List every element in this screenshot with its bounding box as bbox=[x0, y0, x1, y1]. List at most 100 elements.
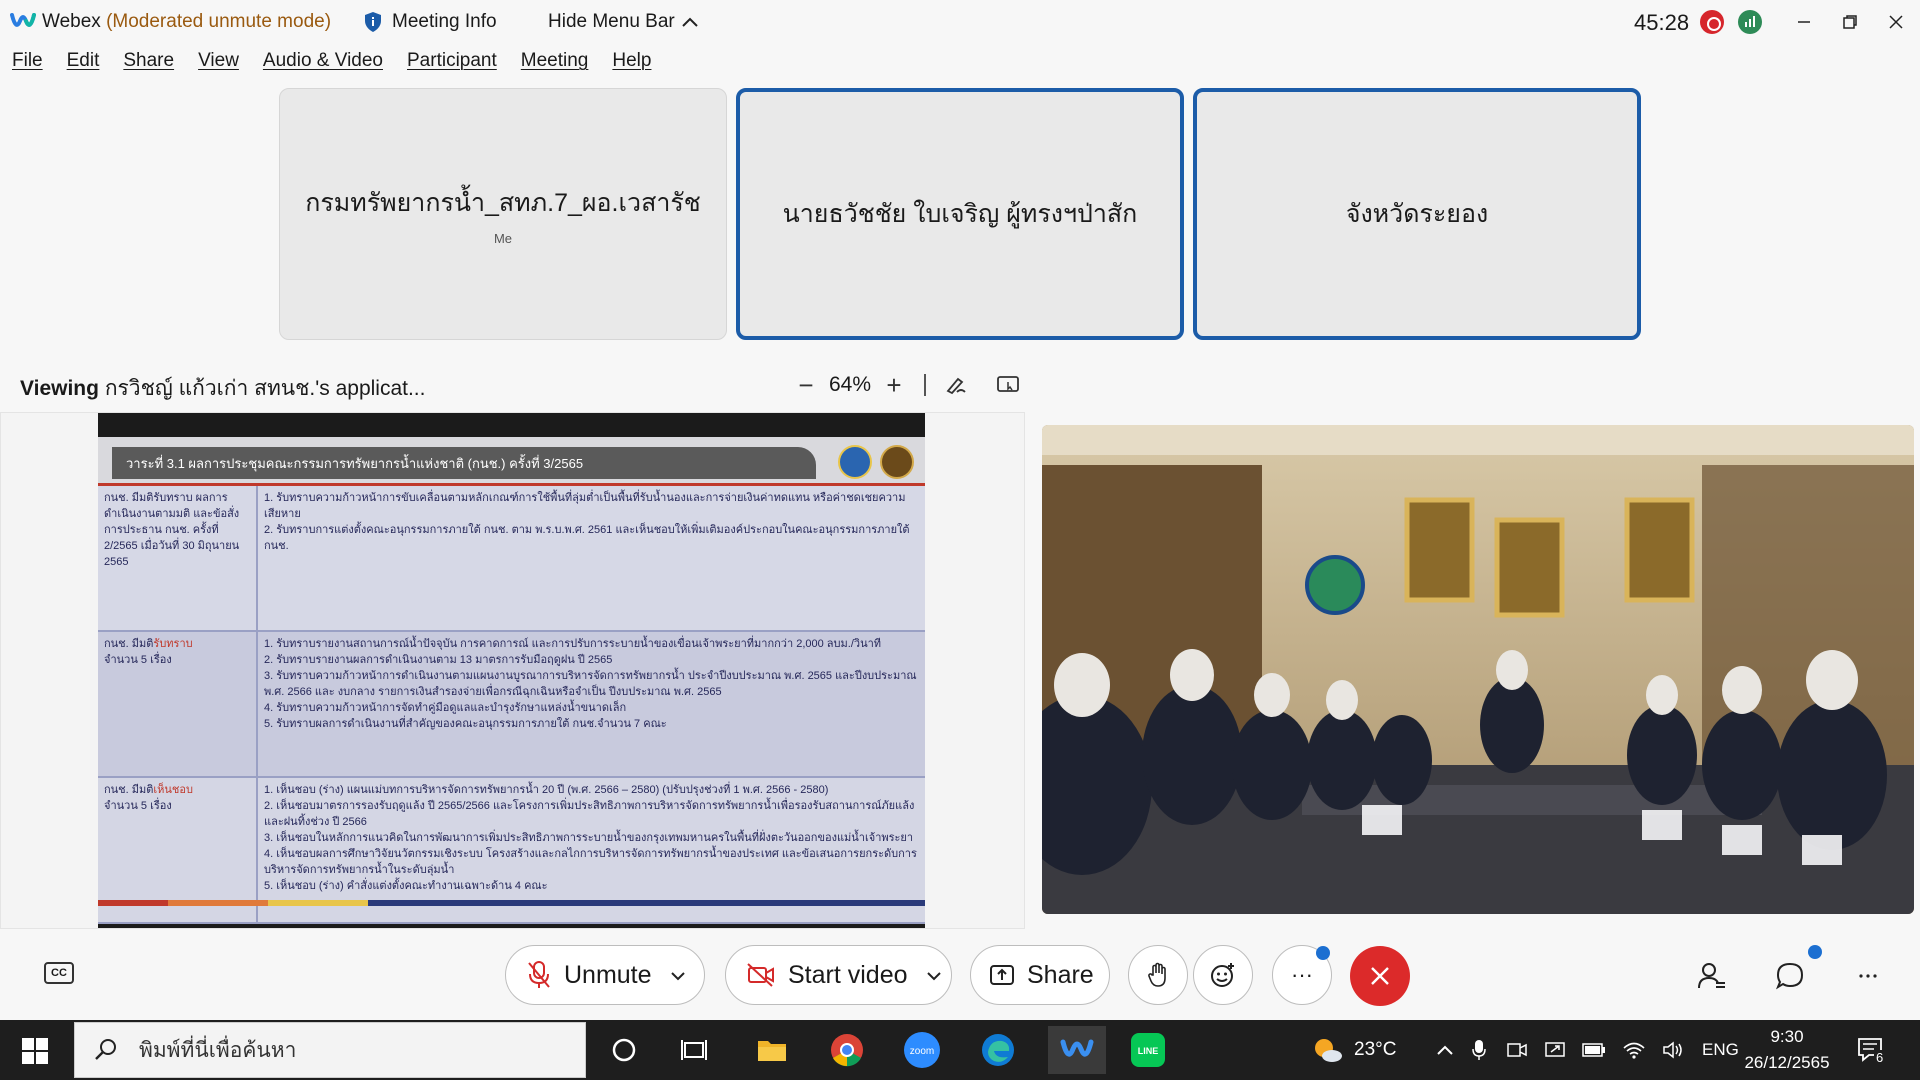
slide-row-heading-a: กนช. มีมติ bbox=[104, 784, 154, 796]
screen-share-tray-icon[interactable] bbox=[1544, 1040, 1566, 1060]
slide-header: วาระที่ 3.1 ผลการประชุมคณะกรรมการทรัพยาก… bbox=[112, 447, 816, 479]
system-tray: ENG bbox=[1436, 1020, 1739, 1080]
unmute-button[interactable]: Unmute bbox=[505, 945, 705, 1005]
more-panels-button[interactable] bbox=[1850, 958, 1886, 994]
webex-taskbar-icon[interactable] bbox=[1048, 1026, 1106, 1074]
slide-item: 1. รับทราบรายงานสถานการณ์น้ำปัจจุบัน การ… bbox=[264, 638, 882, 650]
task-view-icon[interactable] bbox=[670, 1026, 718, 1074]
taskbar-search-box[interactable]: พิมพ์ที่นี่เพื่อค้นหา bbox=[74, 1022, 586, 1078]
slide-row-heading-a: กนช. มีมติ bbox=[104, 638, 154, 650]
zoom-level[interactable]: 64% bbox=[822, 373, 878, 397]
notification-count: 6 bbox=[1874, 1050, 1886, 1065]
chevron-up-icon bbox=[682, 17, 698, 27]
slide-item: 2. เห็นชอบมาตรการรองรับฤดูแล้ง ปี 2565/2… bbox=[264, 800, 915, 828]
zoom-in-button[interactable]: + bbox=[878, 370, 910, 401]
slide-body: วาระที่ 3.1 ผลการประชุมคณะกรรมการทรัพยาก… bbox=[98, 437, 925, 924]
annotate-icon[interactable] bbox=[944, 374, 970, 396]
hide-menu-label: Hide Menu Bar bbox=[548, 11, 675, 32]
me-label: Me bbox=[493, 230, 513, 246]
windows-start-icon[interactable] bbox=[22, 1038, 48, 1064]
close-button[interactable] bbox=[1876, 6, 1916, 38]
temperature: 23°C bbox=[1354, 1039, 1397, 1060]
camera-tray-icon[interactable] bbox=[1506, 1040, 1528, 1060]
menu-file[interactable]: File bbox=[12, 50, 43, 82]
divider bbox=[924, 374, 926, 396]
close-icon bbox=[1371, 967, 1389, 985]
chevron-up-icon[interactable] bbox=[1436, 1044, 1454, 1056]
slide-item: 2. รับทราบการแต่งตั้งคณะอนุกรรมการภายใต้… bbox=[264, 524, 910, 552]
restore-button[interactable] bbox=[1830, 6, 1870, 38]
viewing-label: Viewing กรวิชญ์ แก้วเก่า สทนช.'s applica… bbox=[20, 372, 425, 405]
shared-slide: วาระที่ 3.1 ผลการประชุมคณะกรรมการทรัพยาก… bbox=[98, 413, 925, 928]
file-explorer-icon[interactable] bbox=[748, 1026, 796, 1074]
microphone-icon[interactable] bbox=[1472, 1039, 1486, 1061]
input-language[interactable]: ENG bbox=[1702, 1040, 1739, 1060]
signal-bars-icon bbox=[1745, 16, 1755, 27]
minimize-icon bbox=[1798, 21, 1810, 23]
slide-footer-stripe bbox=[98, 900, 925, 906]
chevron-down-icon[interactable] bbox=[670, 965, 686, 986]
menu-view[interactable]: View bbox=[198, 50, 239, 82]
participants-button[interactable] bbox=[1694, 958, 1730, 994]
participant-tile-self[interactable]: กรมทรัพยากรน้ำ_สทภ.7_ผอ.เวสารัช Me bbox=[279, 88, 727, 340]
slide-table: กนช. มีมติรับทราบ ผลการดำเนินงานตามมติ แ… bbox=[98, 483, 925, 924]
chat-button[interactable] bbox=[1772, 958, 1808, 994]
leave-meeting-button[interactable] bbox=[1350, 946, 1410, 1006]
notification-dot bbox=[1316, 946, 1330, 960]
zoom-app-icon[interactable]: zoom bbox=[898, 1026, 946, 1074]
network-health-icon[interactable] bbox=[1738, 10, 1762, 34]
participants-icon bbox=[1698, 963, 1725, 989]
chat-notification-dot bbox=[1808, 945, 1822, 959]
app-name: Webex bbox=[42, 11, 101, 32]
battery-icon[interactable] bbox=[1582, 1042, 1606, 1058]
closed-captions-button[interactable]: CC bbox=[44, 962, 74, 984]
meeting-room-video-frame bbox=[1042, 425, 1914, 914]
unmute-label: Unmute bbox=[564, 960, 652, 989]
menu-bar: File Edit Share View Audio & Video Parti… bbox=[0, 50, 663, 82]
cortana-icon[interactable] bbox=[600, 1026, 648, 1074]
edge-icon[interactable] bbox=[974, 1026, 1022, 1074]
volume-icon[interactable] bbox=[1662, 1040, 1686, 1060]
slide-item: 5. เห็นชอบ (ร่าง) คำสั่งแต่งตั้งคณะทำงาน… bbox=[264, 880, 548, 892]
zoom-out-button[interactable]: − bbox=[790, 370, 822, 401]
notification-center-icon[interactable]: 6 bbox=[1856, 1036, 1890, 1066]
moderated-mode-label: (Moderated unmute mode) bbox=[106, 11, 332, 32]
app-title: Webex (Moderated unmute mode) bbox=[42, 11, 331, 33]
active-speaker-video[interactable] bbox=[1042, 425, 1914, 914]
zoom-app-label: zoom bbox=[910, 1046, 934, 1057]
search-placeholder: พิมพ์ที่นี่เพื่อค้นหา bbox=[139, 1038, 297, 1062]
taskbar-clock[interactable]: 9:30 26/12/2565 bbox=[1742, 1024, 1832, 1076]
share-button[interactable]: Share bbox=[970, 945, 1110, 1005]
slide-item: 2. รับทราบรายงานผลการดำเนินงานตาม 13 มาต… bbox=[264, 654, 613, 666]
slide-row-heading-red: รับทราบ bbox=[153, 638, 193, 650]
close-icon bbox=[1889, 15, 1903, 29]
slide-item: 4. รับทราบความก้าวหน้าการจัดทำคู่มือดูแล… bbox=[264, 702, 627, 714]
meeting-info-button[interactable]: Meeting Info bbox=[364, 11, 497, 33]
participant-tile[interactable]: นายธวัชชัย ใบเจริญ ผู้ทรงฯป่าสัก bbox=[736, 88, 1184, 340]
weather-widget[interactable]: 23°C bbox=[1310, 1020, 1396, 1080]
recording-icon[interactable] bbox=[1700, 10, 1724, 34]
reactions-button[interactable] bbox=[1193, 945, 1253, 1005]
menu-help[interactable]: Help bbox=[612, 50, 651, 82]
participant-name: นายธวัชชัย ใบเจริญ ผู้ทรงฯป่าสัก bbox=[782, 200, 1138, 228]
menu-share[interactable]: Share bbox=[123, 50, 174, 82]
menu-edit[interactable]: Edit bbox=[67, 50, 100, 82]
hide-menu-bar-button[interactable]: Hide Menu Bar bbox=[548, 11, 699, 33]
raise-hand-icon bbox=[1148, 962, 1166, 987]
slide-item: 5. รับทราบผลการดำเนินงานที่สำคัญของคณะอน… bbox=[264, 718, 667, 730]
menu-meeting[interactable]: Meeting bbox=[521, 50, 589, 82]
raise-hand-button[interactable] bbox=[1128, 945, 1188, 1005]
line-app-icon[interactable]: LINE bbox=[1124, 1026, 1172, 1074]
minimize-button[interactable] bbox=[1784, 6, 1824, 38]
wifi-icon[interactable] bbox=[1622, 1040, 1646, 1060]
remote-control-icon[interactable] bbox=[996, 374, 1022, 396]
start-video-button[interactable]: Start video bbox=[725, 945, 952, 1005]
chrome-icon[interactable] bbox=[823, 1026, 871, 1074]
chevron-down-icon[interactable] bbox=[926, 965, 942, 986]
menu-audio-video[interactable]: Audio & Video bbox=[263, 50, 383, 82]
water-agency-seal-icon bbox=[838, 445, 872, 479]
slide-item: 3. เห็นชอบในหลักการแนวคิดในการพัฒนาการเพ… bbox=[264, 832, 914, 844]
participant-tile[interactable]: จังหวัดระยอง bbox=[1193, 88, 1641, 340]
search-icon bbox=[95, 1039, 116, 1060]
menu-participant[interactable]: Participant bbox=[407, 50, 497, 82]
